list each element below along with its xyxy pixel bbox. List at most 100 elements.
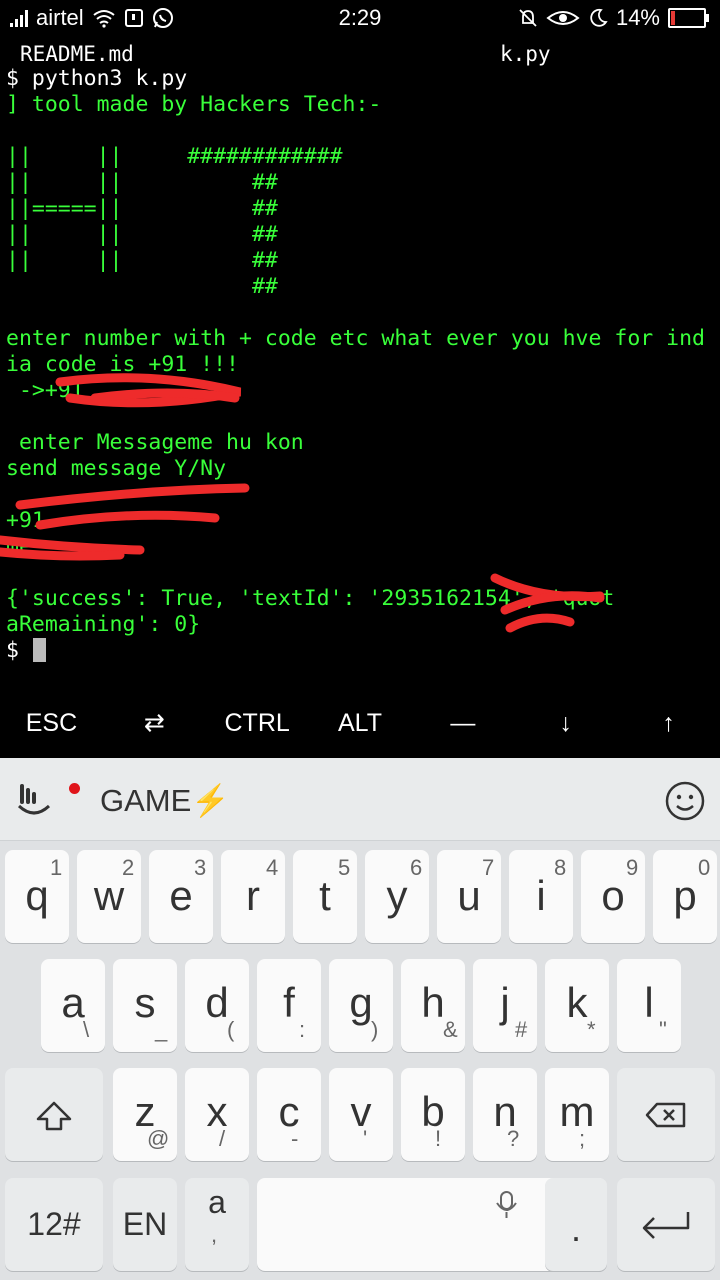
key-b[interactable]: b! — [401, 1068, 465, 1161]
key-secondary-label: " — [659, 1017, 667, 1042]
key-u[interactable]: u7 — [437, 850, 501, 943]
backspace-key[interactable] — [617, 1068, 715, 1161]
key-e[interactable]: e3 — [149, 850, 213, 943]
key-label: v — [350, 1088, 372, 1135]
game-mode-label[interactable]: GAME⚡ — [100, 782, 230, 819]
key-secondary-label: / — [219, 1126, 226, 1151]
terminal-line: {'success': True, 'textId': '2935162154'… — [6, 586, 615, 611]
prompt-line[interactable]: $ — [6, 638, 720, 664]
key-h[interactable]: h & — [401, 959, 465, 1052]
key-secondary-label: ( — [227, 1017, 235, 1042]
terminal-line: ] tool made by Hackers Tech:- — [6, 92, 382, 117]
backspace-icon — [617, 1102, 715, 1132]
key-label: EN — [122, 1206, 168, 1242]
battery-percent: 14% — [615, 5, 660, 30]
shift-icon — [5, 1100, 103, 1136]
terminal-line: aRemaining': 0} — [6, 612, 201, 637]
terminal-line: send message Y/Ny — [6, 456, 227, 481]
key-i[interactable]: i8 — [509, 850, 573, 943]
enter-icon — [617, 1208, 715, 1246]
key-v[interactable]: v ' — [329, 1068, 393, 1161]
alt-key[interactable]: ALT — [309, 690, 412, 756]
key-label: c — [278, 1088, 300, 1135]
period-key[interactable]: . — [545, 1178, 607, 1271]
key-r[interactable]: r4 — [221, 850, 285, 943]
key-n[interactable]: n? — [473, 1068, 537, 1161]
key-f[interactable]: f: — [257, 959, 321, 1052]
tab-kpy[interactable]: k.py — [500, 42, 551, 66]
key-label: l — [644, 979, 654, 1026]
key-label: s — [134, 979, 156, 1026]
key-secondary-label: ; — [579, 1126, 586, 1151]
key-m[interactable]: m; — [545, 1068, 609, 1161]
enter-key[interactable] — [617, 1178, 715, 1271]
key-t[interactable]: t5 — [293, 850, 357, 943]
key-q[interactable]: q1 — [5, 850, 69, 943]
key-g[interactable]: g) — [329, 959, 393, 1052]
prompt-symbol: $ — [6, 638, 19, 663]
key-x[interactable]: x / — [185, 1068, 249, 1161]
key-label: f — [283, 979, 295, 1026]
key-label: k — [566, 979, 588, 1026]
key-s[interactable]: s _ — [113, 959, 177, 1052]
key-d[interactable]: d( — [185, 959, 249, 1052]
terminal-line: || || ## — [6, 170, 278, 195]
terminal-line: ## — [6, 274, 278, 299]
tab-readme[interactable]: README.md — [20, 42, 134, 66]
emoji-icon[interactable] — [664, 780, 706, 826]
dash-key[interactable]: — — [411, 690, 514, 756]
key-secondary-label: ? — [507, 1126, 520, 1151]
terminal-cursor — [32, 638, 46, 662]
key-secondary-label: @ — [147, 1126, 170, 1151]
comma-key[interactable]: a, — [185, 1178, 249, 1271]
numbers-key[interactable]: 12# — [5, 1178, 103, 1271]
keyboard-logo-icon[interactable] — [14, 780, 54, 824]
key-c[interactable]: c- — [257, 1068, 321, 1161]
key-label: m — [559, 1088, 595, 1135]
terminal-line: || || ############ — [6, 144, 343, 169]
key-label: j — [500, 979, 510, 1026]
moon-icon — [588, 8, 608, 28]
up-arrow-key[interactable]: ↑ — [617, 690, 720, 756]
key-y[interactable]: y6 — [365, 850, 429, 943]
battery-icon — [668, 8, 709, 28]
terminal-output[interactable]: $ python3 k.py] tool made by Hackers Tec… — [6, 66, 720, 664]
key-label: b — [421, 1088, 445, 1135]
language-key[interactable]: EN — [113, 1178, 177, 1271]
key-secondary-label: _ — [155, 1017, 168, 1042]
status-bar: airtel 2:29 14% — [0, 0, 720, 38]
key-secondary-label: 9 — [626, 855, 639, 880]
shift-key[interactable] — [5, 1068, 103, 1161]
key-secondary-label: 6 — [410, 855, 423, 880]
down-arrow-key[interactable]: ↓ — [514, 690, 617, 756]
key-z[interactable]: z @ — [113, 1068, 177, 1161]
tab-key[interactable]: ⇄ — [103, 690, 206, 756]
key-secondary-label: ! — [435, 1126, 442, 1151]
key-secondary-label: : — [299, 1017, 306, 1042]
key-secondary-label: 1 — [50, 855, 63, 880]
mute-bell-icon — [518, 8, 538, 28]
terminal-line: ->+91 — [6, 378, 84, 403]
key-w[interactable]: w2 — [77, 850, 141, 943]
keyboard-toolbar: GAME⚡ — [0, 758, 720, 841]
key-p[interactable]: p0 — [653, 850, 717, 943]
key-j[interactable]: j # — [473, 959, 537, 1052]
key-k[interactable]: k * — [545, 959, 609, 1052]
key-secondary-label: & — [443, 1017, 458, 1042]
key-a[interactable]: a \ — [41, 959, 105, 1052]
ctrl-key[interactable]: CTRL — [206, 690, 309, 756]
key-label: x — [206, 1088, 228, 1135]
key-l[interactable]: l " — [617, 959, 681, 1052]
terminal-line: || || ## — [6, 248, 278, 273]
soft-keyboard: GAME⚡ q 1 w 2 e 3 r 4 t 5 y 6 u 7 i 8 o 9 p 0 a \ s _ d(f: g) h & j #… — [0, 758, 720, 1280]
key-secondary-label: 3 — [194, 855, 207, 880]
eye-icon — [546, 8, 580, 28]
key-secondary-label: 0 — [698, 855, 711, 880]
key-o[interactable]: o9 — [581, 850, 645, 943]
terminal-line: enter number with + code etc what ever y… — [6, 326, 705, 351]
esc-key[interactable]: ESC — [0, 690, 103, 756]
key-label: d — [205, 979, 229, 1026]
